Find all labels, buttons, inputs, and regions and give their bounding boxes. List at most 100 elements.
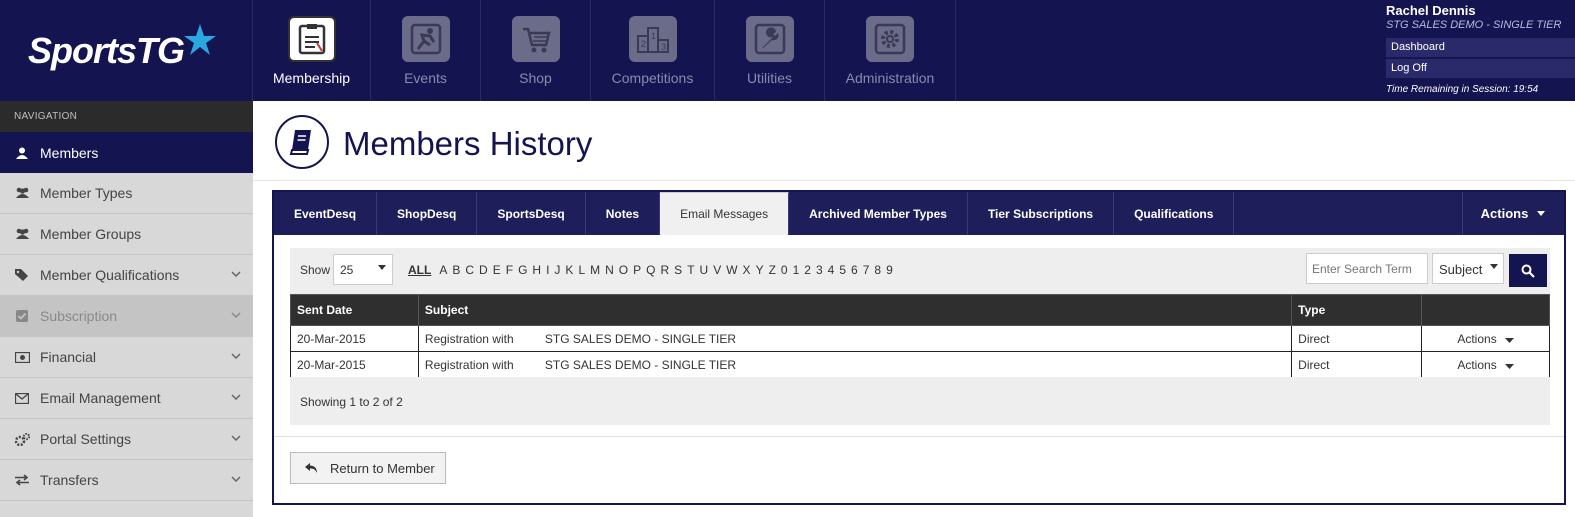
sidebar-item-financial[interactable]: Financial <box>0 337 253 378</box>
column-header-type[interactable]: Type <box>1291 294 1423 326</box>
sidebar-item-member-types[interactable]: Member Types <box>0 173 253 214</box>
alpha-filter-link[interactable]: 7 <box>863 263 870 277</box>
users-icon <box>14 187 30 199</box>
sidebar-item-email-management[interactable]: Email Management <box>0 378 253 419</box>
alpha-filter-link[interactable]: K <box>565 263 573 277</box>
alpha-filter-link[interactable]: G <box>518 263 527 277</box>
sidebar: NAVIGATION Members Member Types Member G… <box>0 101 253 517</box>
alpha-filter-link[interactable]: 8 <box>874 263 881 277</box>
sidebar-item-label: Members <box>40 144 99 161</box>
search-input[interactable] <box>1306 253 1428 284</box>
alpha-filter-link[interactable]: O <box>619 263 628 277</box>
logoff-link[interactable]: Log Off <box>1386 59 1575 78</box>
sidebar-item-label: Member Groups <box>40 226 142 242</box>
tab-shopdesq[interactable]: ShopDesq <box>377 192 478 235</box>
sidebar-item-members[interactable]: Members <box>0 132 253 173</box>
tab-eventdesq[interactable]: EventDesq <box>274 192 378 235</box>
alpha-filter-link[interactable]: V <box>713 263 721 277</box>
alpha-filter-link[interactable]: S <box>674 263 682 277</box>
app-root: SportsTG Membership Events Shop 1 2 3 Co… <box>0 0 1575 517</box>
topnav-utilities[interactable]: Utilities <box>715 0 825 101</box>
alpha-filter-link[interactable]: 6 <box>851 263 858 277</box>
search-button[interactable] <box>1509 254 1547 287</box>
tab-qualifications[interactable]: Qualifications <box>1114 192 1235 235</box>
podium-icon: 12 3 <box>628 16 677 62</box>
row-actions-dropdown[interactable]: Actions <box>1421 351 1550 378</box>
sidebar-item-member-groups[interactable]: Member Groups <box>0 214 253 255</box>
top-bar: SportsTG Membership Events Shop 1 2 3 Co… <box>0 0 1575 101</box>
alpha-filter-link[interactable]: T <box>687 263 694 277</box>
alpha-filter-link[interactable]: F <box>506 263 513 277</box>
alpha-filter-link[interactable]: P <box>633 263 641 277</box>
actions-dropdown[interactable]: Actions <box>1462 192 1564 235</box>
chevron-down-icon <box>231 351 241 362</box>
sidebar-item-transfers[interactable]: Transfers <box>0 460 253 501</box>
alpha-filter-link[interactable]: 2 <box>804 263 811 277</box>
alpha-filter-link[interactable]: 0 <box>781 263 788 277</box>
alpha-filter-link[interactable]: W <box>726 263 737 277</box>
alpha-filter-link[interactable]: Y <box>756 263 764 277</box>
alpha-filter-link[interactable]: N <box>605 263 614 277</box>
topnav-shop[interactable]: Shop <box>481 0 591 101</box>
svg-text:1: 1 <box>651 31 656 41</box>
page-size-select[interactable]: 25 <box>333 254 393 285</box>
filter-bar: Show 25 ALL ABCDEFGHIJKLMNOPQRSTUVWXYZ01… <box>290 248 1550 294</box>
topnav-administration[interactable]: Administration <box>825 0 956 101</box>
alpha-filter-link[interactable]: D <box>479 263 488 277</box>
column-header-subject[interactable]: Subject <box>417 294 1293 326</box>
cell-type: Direct <box>1291 325 1423 352</box>
column-header-sent-date[interactable]: Sent Date <box>290 294 419 326</box>
tab-archived-member-types[interactable]: Archived Member Types <box>789 192 968 235</box>
sidebar-item-member-qualifications[interactable]: Member Qualifications <box>0 255 253 296</box>
alpha-filter-link[interactable]: A <box>439 263 447 277</box>
alpha-filter-link[interactable]: M <box>590 263 600 277</box>
alpha-filter-link[interactable]: 3 <box>816 263 823 277</box>
cell-subject: Registration with STG SALES DEMO - SINGLE… <box>417 325 1293 352</box>
tab-notes[interactable]: Notes <box>586 192 661 235</box>
alpha-filter-link[interactable]: R <box>661 263 670 277</box>
alpha-filter-link[interactable]: U <box>700 263 709 277</box>
alpha-filter-link[interactable]: Q <box>646 263 655 277</box>
content-panel: EventDesq ShopDesq SportsDesq Notes Emai… <box>272 190 1566 505</box>
tab-sportsdesq[interactable]: SportsDesq <box>477 192 586 235</box>
row-actions-dropdown[interactable]: Actions <box>1421 325 1550 352</box>
logo-area[interactable]: SportsTG <box>0 0 253 101</box>
sidebar-item-subscription[interactable]: Subscription <box>0 296 253 337</box>
topnav-label: Utilities <box>746 70 793 86</box>
alpha-filter-link[interactable]: B <box>452 263 460 277</box>
topnav-events[interactable]: Events <box>371 0 481 101</box>
search-field-select[interactable]: Subject <box>1432 253 1504 284</box>
topnav-membership[interactable]: Membership <box>253 0 371 101</box>
sidebar-item-label: Subscription <box>40 308 118 324</box>
alpha-filter-link[interactable]: Z <box>769 263 776 277</box>
alpha-filter-link[interactable]: C <box>465 263 474 277</box>
dashboard-link[interactable]: Dashboard <box>1386 38 1575 57</box>
page-header: Members History <box>253 101 1575 181</box>
alpha-all-link[interactable]: ALL <box>408 263 431 277</box>
alpha-filter-link[interactable]: E <box>493 263 501 277</box>
chevron-down-icon <box>231 392 241 403</box>
alpha-filter-link[interactable]: 9 <box>886 263 893 277</box>
clipboard-icon <box>287 16 336 62</box>
alpha-filter-link[interactable]: H <box>532 263 541 277</box>
tab-email-messages[interactable]: Email Messages <box>660 192 790 235</box>
alpha-filter-link[interactable]: 5 <box>839 263 846 277</box>
alpha-filter-link[interactable]: X <box>743 263 751 277</box>
subject-org: STG SALES DEMO - SINGLE TIER <box>544 357 737 372</box>
user-box: Rachel Dennis STG SALES DEMO - SINGLE TI… <box>1382 0 1575 101</box>
gear-icon <box>866 16 914 62</box>
topnav-competitions[interactable]: 12 3 Competitions <box>591 0 715 101</box>
search-field-value: Subject <box>1439 262 1483 277</box>
alpha-filter-link[interactable]: L <box>578 263 585 277</box>
tab-tier-subscriptions[interactable]: Tier Subscriptions <box>968 192 1115 235</box>
row-actions-label: Actions <box>1457 357 1497 372</box>
alpha-filter-link[interactable]: 4 <box>828 263 835 277</box>
alpha-filter-link[interactable]: I <box>546 263 549 277</box>
return-to-member-button[interactable]: Return to Member <box>290 452 446 484</box>
checkbox-icon <box>14 310 30 322</box>
caret-down-icon <box>1490 264 1498 269</box>
alpha-filter-link[interactable]: J <box>554 263 560 277</box>
alpha-filter-link[interactable]: 1 <box>793 263 800 277</box>
sidebar-item-portal-settings[interactable]: Portal Settings <box>0 419 253 460</box>
caret-down-icon <box>1537 210 1546 216</box>
